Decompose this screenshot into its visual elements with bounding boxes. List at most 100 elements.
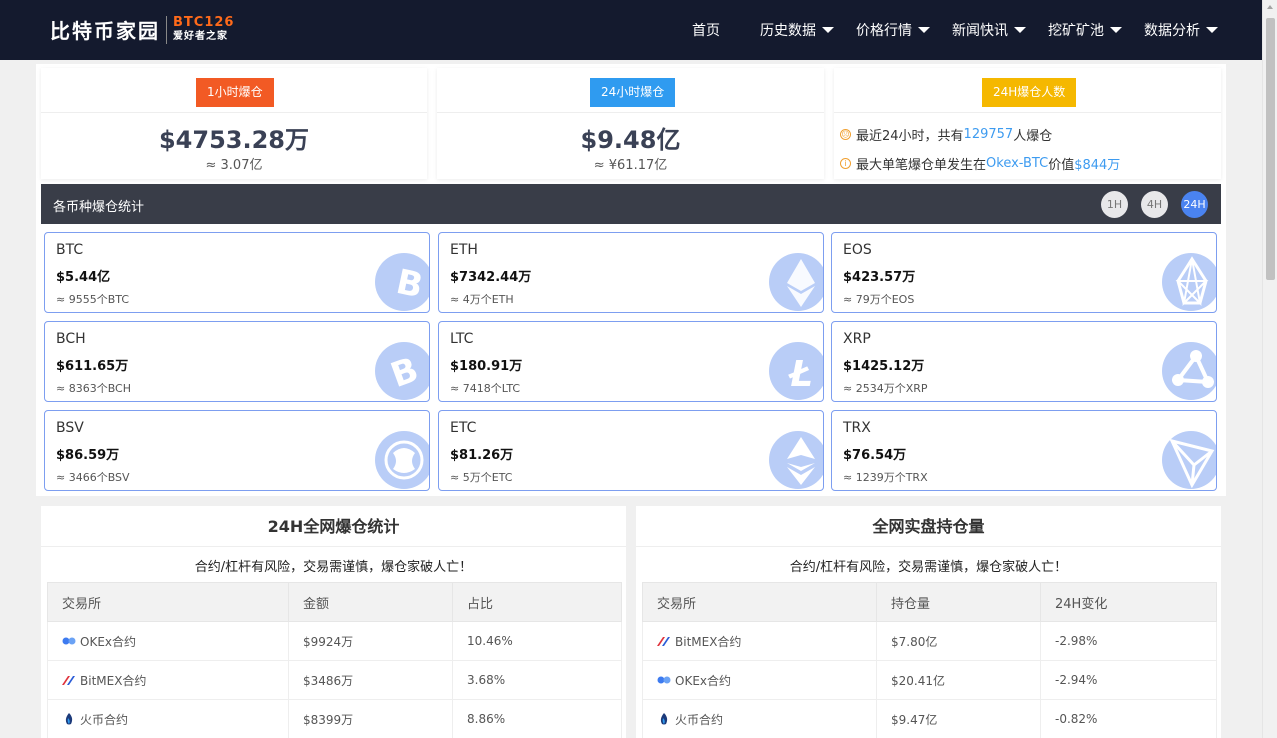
divider [437,112,824,113]
nav-item-analysis[interactable]: 数据分析 [1144,20,1218,40]
nav-label: 挖矿矿池 [1048,23,1104,39]
liquidation-table: 交易所 金额 占比 OKEx合约 $9924万 10.46% BitMEX合约 … [47,582,622,738]
scrollbar-thumb[interactable] [1266,18,1275,280]
coin-card-btc[interactable]: BTC $5.44亿 ≈ 9555个BTC B [44,232,430,313]
stat-sub-1h: ≈ 3.07亿 [205,158,263,173]
coin-section-header: 各币种爆仓统计 1H 4H 24H [41,184,1221,224]
stat-sub-24h: ≈ ¥61.17亿 [593,158,668,173]
page-scrollbar[interactable] [1262,0,1277,738]
stat-value-24h: $9.48亿 [580,126,681,154]
scroll-up-arrow-icon[interactable] [1267,5,1273,9]
nav-label: 新闻快讯 [952,23,1008,39]
amount-cell: $7.80亿 [876,621,1041,661]
table-row[interactable]: 火币合约 $9.47亿 -0.82% [642,699,1217,738]
logo-text: 比特币家园 [50,19,160,43]
logo-divider [166,15,167,44]
okex-icon [657,676,671,684]
exchange-cell: OKEx合约 [47,621,289,661]
table-row[interactable]: OKEx合约 $20.41亿 -2.94% [642,660,1217,700]
stat-badge-people: 24H爆仓人数 [982,78,1077,107]
litecoin-icon: Ł [769,342,823,400]
coin-name: BSV [56,420,84,436]
coin-card-etc[interactable]: ETC $81.26万 ≈ 5万个ETC [438,410,824,491]
coin-card-bsv[interactable]: BSV $86.59万 ≈ 3466个BSV [44,410,430,491]
nav-item-prices[interactable]: 价格行情 [856,20,930,40]
nav-item-news[interactable]: 新闻快讯 [952,20,1026,40]
percent-cell: 3.68% [452,660,622,700]
amount-cell: $8399万 [288,699,453,738]
bitmex-icon [657,637,670,646]
coin-card-eth[interactable]: ETH $7342.44万 ≈ 4万个ETH [438,232,824,313]
coin-name: ETH [450,242,478,258]
site-logo[interactable]: 比特币家园 BTC126 爱好者之家 [50,15,234,44]
coin-amount: ≈ 4万个ETH [450,293,514,306]
column-header: 交易所 [642,582,877,622]
coin-card-xrp[interactable]: XRP $1425.12万 ≈ 2534万个XRP [831,321,1217,402]
people-count: 129757 [963,127,1014,142]
table-header-row: 交易所 持仓量 24H变化 [642,582,1217,622]
coin-amount: ≈ 8363个BCH [56,382,132,395]
exchange-cell: BitMEX合约 [47,660,289,700]
table-row[interactable]: 火币合约 $8399万 8.86% [47,699,622,738]
risk-warning: 合约/杠杆有风险，交易需谨慎，爆仓家破人亡！ [194,560,473,575]
people-count-line: ☹ 最近24小时，共有 129757 人爆仓 [840,125,1052,144]
okex-icon [62,637,76,645]
info-icon: i [840,158,851,169]
people-line-text: 最近24小时，共有 [856,129,964,144]
nav-item-history[interactable]: 历史数据 [760,20,834,40]
coin-amount: ≈ 5万个ETC [450,471,513,484]
stat-card-people: 24H爆仓人数 ☹ 最近24小时，共有 129757 人爆仓 i 最大单笔爆仓单发生… [834,68,1221,179]
bitmex-icon [62,676,75,685]
logo-side: BTC126 爱好者之家 [173,14,235,44]
exchange-name: OKEx合约 [80,634,136,649]
largest-line-text: 最大单笔爆仓单发生在 [856,158,987,173]
bitcoin-cash-icon: B [375,342,429,400]
exchange-cell: 火币合约 [47,699,289,738]
coin-value: $180.91万 [450,359,523,374]
coin-value: $611.65万 [56,359,129,374]
largest-line-text: 价值 [1048,158,1075,173]
largest-value: $844万 [1074,158,1121,173]
coin-card-trx[interactable]: TRX $76.54万 ≈ 1239万个TRX [831,410,1217,491]
people-line-text: 人爆仓 [1013,129,1053,144]
risk-warning: 合约/杠杆有风险，交易需谨慎，爆仓家破人亡！ [789,560,1068,575]
exchange-cell: BitMEX合约 [642,621,877,661]
coin-name: LTC [450,331,474,347]
table-row[interactable]: OKEx合约 $9924万 10.46% [47,621,622,661]
period-24h-button[interactable]: 24H [1181,191,1208,218]
change-cell: -2.94% [1040,660,1217,700]
coin-value: $1425.12万 [843,359,925,374]
exchange-name: OKEx合约 [675,673,731,688]
panel-title: 全网实盘持仓量 [636,506,1221,547]
period-4h-button[interactable]: 4H [1141,191,1168,218]
ripple-icon [1162,342,1216,400]
exchange-name: 火币合约 [80,712,129,727]
open-interest-table: 交易所 持仓量 24H变化 BitMEX合约 $7.80亿 -2.98% OKE… [642,582,1217,738]
largest-exchange[interactable]: Okex-BTC [986,156,1048,171]
table-row[interactable]: BitMEX合约 $7.80亿 -2.98% [642,621,1217,661]
amount-cell: $20.41亿 [876,660,1041,700]
period-1h-button[interactable]: 1H [1101,191,1128,218]
coin-amount: ≈ 9555个BTC [56,293,130,306]
column-header: 金额 [288,582,453,622]
open-interest-panel: 全网实盘持仓量 合约/杠杆有风险，交易需谨慎，爆仓家破人亡！ 交易所 持仓量 2… [636,506,1221,738]
coin-card-eos[interactable]: EOS $423.57万 ≈ 79万个EOS [831,232,1217,313]
chevron-down-icon [918,27,930,33]
nav-item-home[interactable]: 首页 [692,20,720,40]
change-cell: -2.98% [1040,621,1217,661]
coin-card-ltc[interactable]: LTC $180.91万 ≈ 7418个LTC Ł [438,321,824,402]
stat-card-24h: 24小时爆仓 $9.48亿 ≈ ¥61.17亿 [437,68,824,179]
exchange-name: 火币合约 [675,712,724,727]
coin-name: BCH [56,331,86,347]
nav-label: 历史数据 [760,23,816,39]
divider [834,112,1221,113]
logo-code: BTC126 [173,14,235,30]
nav-label: 数据分析 [1144,23,1200,39]
table-row[interactable]: BitMEX合约 $3486万 3.68% [47,660,622,700]
exchange-cell: 火币合约 [642,699,877,738]
chevron-down-icon [1206,27,1218,33]
coin-card-bch[interactable]: BCH $611.65万 ≈ 8363个BCH B [44,321,430,402]
column-header: 占比 [452,582,622,622]
nav-item-mining[interactable]: 挖矿矿池 [1048,20,1122,40]
percent-cell: 10.46% [452,621,622,661]
